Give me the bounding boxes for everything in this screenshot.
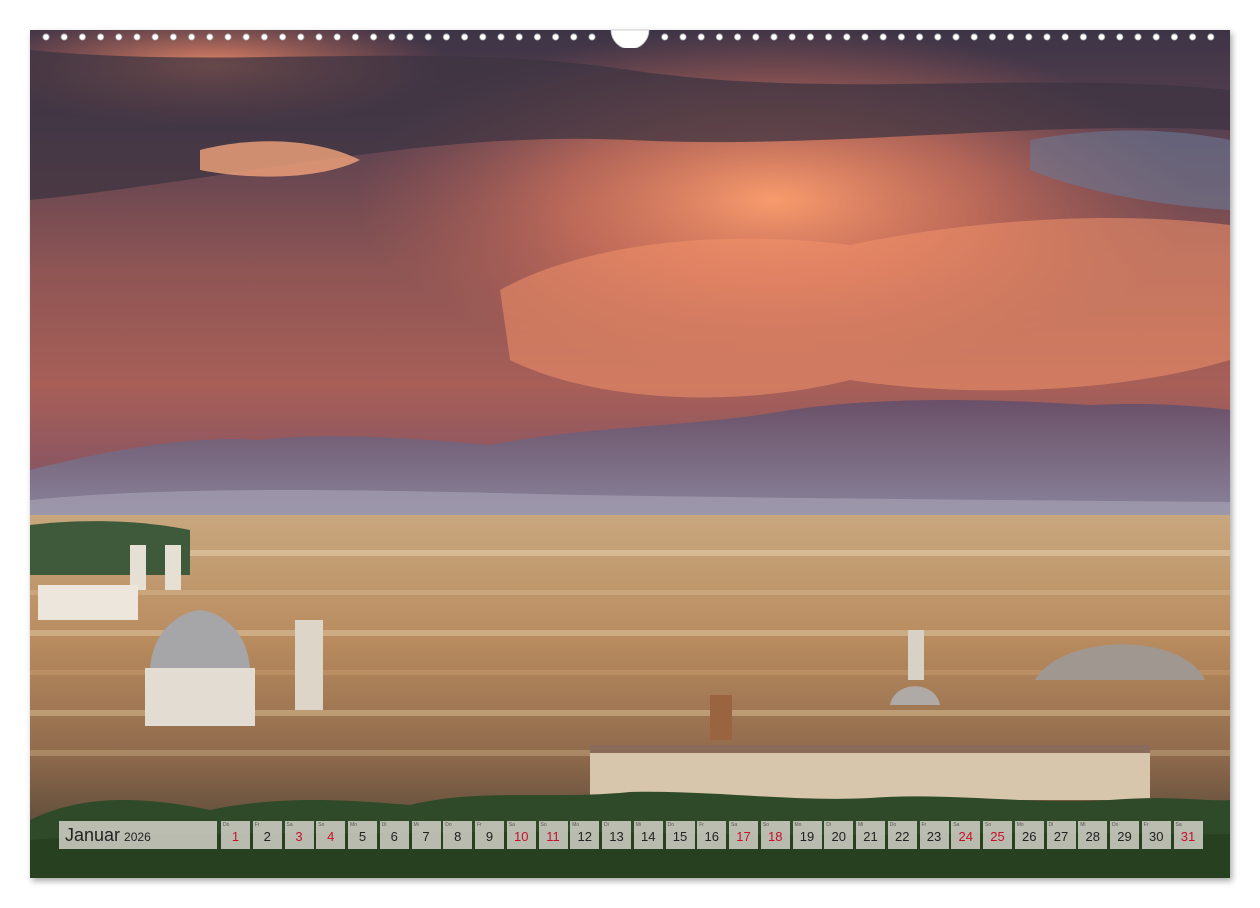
- day-number: 13: [609, 829, 624, 844]
- day-cell: Do 8: [443, 821, 473, 849]
- day-cell: So 11: [538, 821, 568, 849]
- day-number: 31: [1180, 829, 1196, 844]
- day-cell: Fr 2: [252, 821, 282, 849]
- day-cell: Do 29: [1110, 821, 1139, 849]
- day-cell: Fr 30: [1141, 821, 1171, 849]
- day-cell: Sa 24: [951, 821, 981, 849]
- day-cell: So 25: [983, 821, 1012, 849]
- day-cell: Di 27: [1046, 821, 1076, 849]
- day-number: 2: [263, 829, 271, 844]
- calendar-page: Januar 2026 Do 1 Fr 2 Sa 3 So 4 Mo 5 Di 6 Mi 7 Do 8 Fr 9 S…: [30, 30, 1230, 878]
- day-cell: Fr 23: [919, 821, 949, 849]
- day-number: 12: [577, 829, 592, 844]
- day-number: 20: [831, 829, 846, 844]
- day-cell: Sa 31: [1173, 821, 1203, 849]
- day-number: 10: [514, 829, 529, 844]
- day-number: 28: [1085, 829, 1100, 844]
- day-number: 11: [546, 829, 560, 844]
- day-number: 27: [1053, 829, 1069, 844]
- month-name: Januar: [65, 824, 121, 845]
- day-number: 7: [422, 829, 430, 844]
- day-cell: Mi 14: [633, 821, 663, 849]
- day-cell: Di 13: [602, 821, 631, 849]
- day-cell: Di 6: [379, 821, 409, 849]
- day-cell: Fr 16: [697, 821, 727, 849]
- day-number: 16: [704, 829, 719, 844]
- day-number: 4: [327, 829, 335, 844]
- day-number: 17: [736, 829, 751, 844]
- day-cell: Mi 28: [1078, 821, 1108, 849]
- day-cell: Do 22: [887, 821, 917, 849]
- day-number: 24: [958, 829, 973, 844]
- day-number: 23: [926, 829, 942, 844]
- month-label: Januar 2026: [59, 821, 217, 849]
- day-number: 15: [672, 829, 688, 844]
- day-cell: Sa 17: [729, 821, 758, 849]
- calendar-bar: Januar 2026 Do 1 Fr 2 Sa 3 So 4 Mo 5 Di 6 Mi 7 Do 8 Fr 9 S…: [59, 821, 1203, 849]
- day-number: 21: [863, 829, 878, 844]
- day-number: 9: [485, 829, 494, 844]
- day-cell: Mo 5: [348, 821, 377, 849]
- day-cell: Fr 9: [475, 821, 504, 849]
- day-cell: Mi 21: [856, 821, 885, 849]
- day-cell: Mi 7: [411, 821, 441, 849]
- day-cell: Sa 10: [506, 821, 536, 849]
- day-number: 6: [390, 829, 398, 844]
- day-number: 5: [358, 829, 367, 844]
- day-cell: So 18: [760, 821, 790, 849]
- day-number: 1: [231, 829, 240, 844]
- day-number: 8: [454, 829, 462, 844]
- day-cell: Di 20: [824, 821, 854, 849]
- day-number: 29: [1117, 829, 1132, 844]
- day-cell: So 4: [316, 821, 346, 849]
- day-number: 22: [895, 829, 910, 844]
- month-year: 2026: [124, 829, 151, 844]
- day-cell: Mo 26: [1014, 821, 1044, 849]
- day-cell: Do 1: [221, 821, 250, 849]
- day-cell: Mo 19: [792, 821, 822, 849]
- day-cell: Mo 12: [570, 821, 600, 849]
- day-cell: Sa 3: [284, 821, 314, 849]
- day-number: 26: [1022, 829, 1037, 844]
- day-number: 25: [990, 829, 1005, 844]
- rome-skyline-photo: [30, 30, 1230, 878]
- day-number: 30: [1149, 829, 1164, 844]
- day-number: 3: [295, 829, 303, 844]
- day-number: 18: [768, 829, 783, 844]
- day-cell: Do 15: [665, 821, 695, 849]
- day-number: 14: [641, 829, 656, 844]
- day-number: 19: [799, 829, 815, 844]
